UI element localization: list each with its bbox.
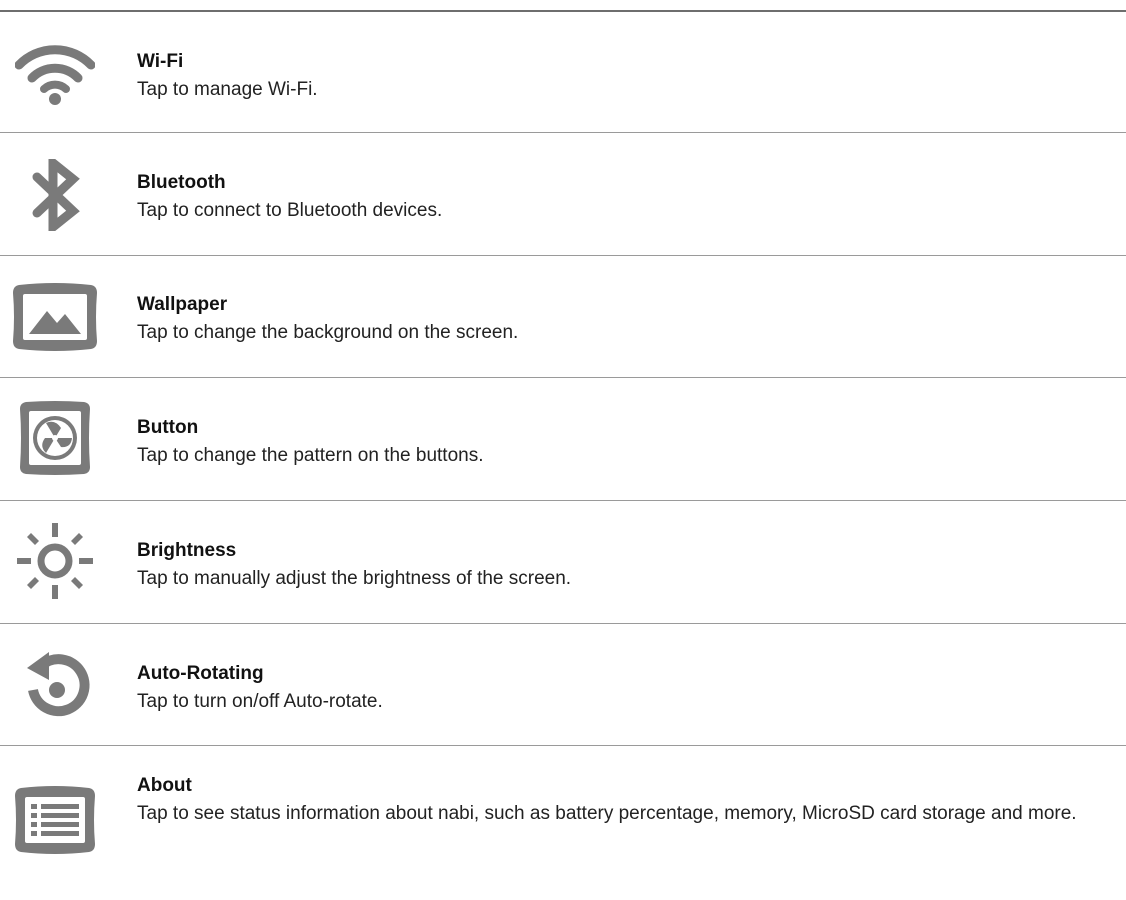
settings-item-brightness[interactable]: Brightness Tap to manually adjust the br…: [0, 501, 1126, 624]
wifi-icon: [7, 38, 103, 110]
settings-item-bluetooth[interactable]: Bluetooth Tap to connect to Bluetooth de…: [0, 133, 1126, 256]
bluetooth-icon: [7, 159, 103, 231]
settings-list: Wi-Fi Tap to manage Wi-Fi. Bluetooth Tap…: [0, 12, 1126, 886]
settings-item-description: Tap to manually adjust the brightness of…: [137, 568, 572, 589]
settings-item-title: About: [137, 775, 192, 796]
settings-item-description: Tap to manage Wi-Fi.: [137, 79, 318, 100]
settings-item-description: Tap to turn on/off Auto-rotate.: [137, 691, 383, 712]
settings-item-title: Wallpaper: [137, 294, 228, 315]
settings-item-title: Button: [137, 417, 199, 438]
settings-item-wifi[interactable]: Wi-Fi Tap to manage Wi-Fi.: [0, 12, 1126, 133]
list-icon: [7, 784, 103, 856]
settings-item-description: Tap to connect to Bluetooth devices.: [137, 200, 443, 221]
settings-item-title: Wi-Fi: [137, 51, 184, 72]
button-pattern-icon: [7, 401, 103, 475]
settings-item-title: Auto-Rotating: [137, 663, 264, 684]
wallpaper-icon: [7, 281, 103, 353]
settings-item-description: Tap to change the pattern on the buttons…: [137, 445, 484, 466]
settings-item-about[interactable]: About Tap to see status information abou…: [0, 746, 1126, 886]
settings-item-description: Tap to change the background on the scre…: [137, 322, 519, 343]
settings-item-title: Brightness: [137, 540, 237, 561]
settings-item-button[interactable]: Button Tap to change the pattern on the …: [0, 378, 1126, 501]
settings-item-auto-rotating[interactable]: Auto-Rotating Tap to turn on/off Auto-ro…: [0, 624, 1126, 746]
settings-item-description: Tap to see status information about nabi…: [137, 803, 1077, 824]
settings-item-wallpaper[interactable]: Wallpaper Tap to change the background o…: [0, 256, 1126, 378]
rotate-icon: [7, 648, 103, 720]
brightness-icon: [7, 523, 103, 599]
settings-item-title: Bluetooth: [137, 172, 226, 193]
